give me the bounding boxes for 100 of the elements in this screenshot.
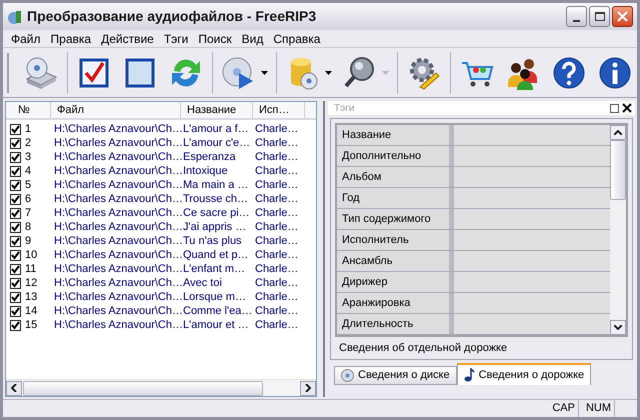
tag-field-value[interactable] bbox=[454, 230, 610, 250]
row-number: 15 bbox=[25, 318, 38, 333]
table-cell: Charle… bbox=[255, 164, 298, 177]
row-number: 9 bbox=[25, 234, 32, 249]
row-checkbox[interactable] bbox=[10, 250, 21, 260]
table-cell: Lorsque m… bbox=[183, 290, 246, 303]
table-cell: H:\Charles Aznavour\Ch… bbox=[54, 304, 183, 317]
table-cell: H:\Charles Aznavour\Ch… bbox=[54, 192, 183, 205]
maximize-button[interactable] bbox=[589, 6, 610, 27]
row-number: 7 bbox=[25, 206, 32, 221]
menu-item[interactable]: Вид bbox=[236, 30, 268, 48]
table-cell: Tu n'as plus bbox=[183, 234, 242, 247]
table-cell: Intoxique bbox=[183, 164, 228, 177]
row-number: 6 bbox=[25, 192, 32, 207]
table-cell: Charle… bbox=[255, 290, 298, 303]
menu-item[interactable]: Справка bbox=[268, 30, 326, 48]
row-checkbox[interactable] bbox=[10, 208, 21, 218]
table-cell: Charle… bbox=[255, 136, 298, 149]
table-cell: Charle… bbox=[255, 206, 298, 219]
table-cell: H:\Charles Aznavour\Ch… bbox=[54, 178, 183, 191]
close-button[interactable] bbox=[612, 6, 633, 27]
tag-field-value[interactable] bbox=[454, 125, 610, 145]
minimize-button[interactable] bbox=[566, 6, 587, 27]
row-number: 10 bbox=[25, 248, 38, 263]
tag-field-value[interactable] bbox=[454, 188, 610, 208]
table-cell: Quand et p… bbox=[183, 248, 248, 261]
table-cell: Charle… bbox=[255, 192, 298, 205]
tag-field-value[interactable] bbox=[454, 314, 610, 334]
restore-button[interactable] bbox=[610, 104, 619, 112]
status-indicator: CAP bbox=[549, 400, 579, 417]
row-checkbox[interactable] bbox=[10, 278, 21, 288]
menu-item[interactable]: Действие bbox=[96, 30, 159, 48]
table-cell: H:\Charles Aznavour\Ch… bbox=[54, 122, 183, 135]
table-cell: Comme l'ea… bbox=[183, 304, 252, 317]
table-cell: Charle… bbox=[255, 276, 298, 289]
table-cell: H:\Charles Aznavour\Ch… bbox=[54, 150, 183, 163]
tag-field-value[interactable] bbox=[454, 293, 610, 313]
row-checkbox[interactable] bbox=[10, 222, 21, 232]
table-cell: Charle… bbox=[255, 234, 298, 247]
table-cell: H:\Charles Aznavour\Ch… bbox=[54, 276, 183, 289]
table-cell: H:\Charles Aznavour\Ch… bbox=[54, 290, 183, 303]
table-cell: Charle… bbox=[255, 318, 298, 331]
table-cell: Avec toi bbox=[183, 276, 222, 289]
panel-title: Тэги bbox=[333, 102, 354, 116]
row-checkbox[interactable] bbox=[10, 194, 21, 204]
caret-icon[interactable] bbox=[325, 70, 332, 74]
row-number: 11 bbox=[25, 262, 36, 277]
tag-field-value[interactable] bbox=[454, 272, 610, 292]
tag-field-value[interactable] bbox=[454, 146, 610, 166]
table-cell: H:\Charles Aznavour\Ch… bbox=[54, 164, 183, 177]
status-indicator: NUM bbox=[582, 400, 615, 417]
app-icon bbox=[7, 8, 23, 24]
table-cell: Charle… bbox=[255, 304, 298, 317]
panel-tab[interactable]: Сведения о диске bbox=[334, 366, 457, 385]
panel-tab[interactable]: Сведения о дорожке bbox=[456, 363, 592, 385]
table-cell: L'amour a f… bbox=[183, 122, 249, 135]
row-number: 12 bbox=[25, 276, 38, 291]
row-number: 1 bbox=[25, 122, 32, 137]
row-checkbox[interactable] bbox=[10, 292, 21, 302]
column-header[interactable]: № bbox=[6, 102, 51, 118]
table-cell: H:\Charles Aznavour\Ch… bbox=[54, 220, 183, 233]
table-cell: H:\Charles Aznavour\Ch… bbox=[54, 248, 183, 261]
row-checkbox[interactable] bbox=[10, 180, 21, 190]
close-icon[interactable] bbox=[622, 103, 632, 113]
table-cell: H:\Charles Aznavour\Ch… bbox=[54, 136, 183, 149]
row-checkbox[interactable] bbox=[10, 166, 21, 176]
table-cell: H:\Charles Aznavour\Ch… bbox=[54, 234, 183, 247]
tag-field-value[interactable] bbox=[454, 167, 610, 187]
vertical-scrollbar[interactable] bbox=[610, 125, 626, 335]
column-header[interactable]: Название bbox=[181, 102, 253, 118]
table-cell: H:\Charles Aznavour\Ch… bbox=[54, 262, 183, 275]
caret-icon[interactable] bbox=[261, 70, 268, 74]
row-checkbox[interactable] bbox=[10, 236, 21, 246]
table-cell: H:\Charles Aznavour\Ch… bbox=[54, 318, 183, 331]
row-number: 3 bbox=[25, 150, 32, 165]
row-checkbox[interactable] bbox=[10, 124, 21, 134]
table-cell: Ce sacre pi… bbox=[183, 206, 250, 219]
info-icon bbox=[597, 54, 633, 90]
column-header[interactable]: Файл bbox=[51, 102, 181, 118]
menu-item[interactable]: Тэги bbox=[158, 30, 194, 48]
table-cell: Charle… bbox=[255, 220, 298, 233]
table-cell: Trousse ch… bbox=[183, 192, 248, 205]
menu-item[interactable]: Правка bbox=[46, 30, 96, 48]
row-number: 2 bbox=[25, 136, 32, 151]
tag-field-value[interactable] bbox=[454, 251, 610, 271]
row-number: 5 bbox=[25, 178, 32, 193]
column-header[interactable]: Исп… bbox=[253, 102, 305, 118]
row-checkbox[interactable] bbox=[10, 306, 21, 316]
disc-icon bbox=[341, 369, 354, 382]
row-checkbox[interactable] bbox=[10, 152, 21, 162]
row-checkbox[interactable] bbox=[10, 138, 21, 148]
menu-item[interactable]: Поиск bbox=[193, 30, 237, 48]
row-checkbox[interactable] bbox=[10, 264, 21, 274]
row-checkbox[interactable] bbox=[10, 320, 21, 330]
table-cell: L'amour et … bbox=[183, 318, 249, 331]
row-number: 4 bbox=[25, 164, 32, 179]
horizontal-scrollbar[interactable] bbox=[6, 379, 316, 396]
row-number: 13 bbox=[25, 290, 38, 305]
menu-item[interactable]: Файл bbox=[6, 30, 46, 48]
tag-field-value[interactable] bbox=[454, 209, 610, 229]
